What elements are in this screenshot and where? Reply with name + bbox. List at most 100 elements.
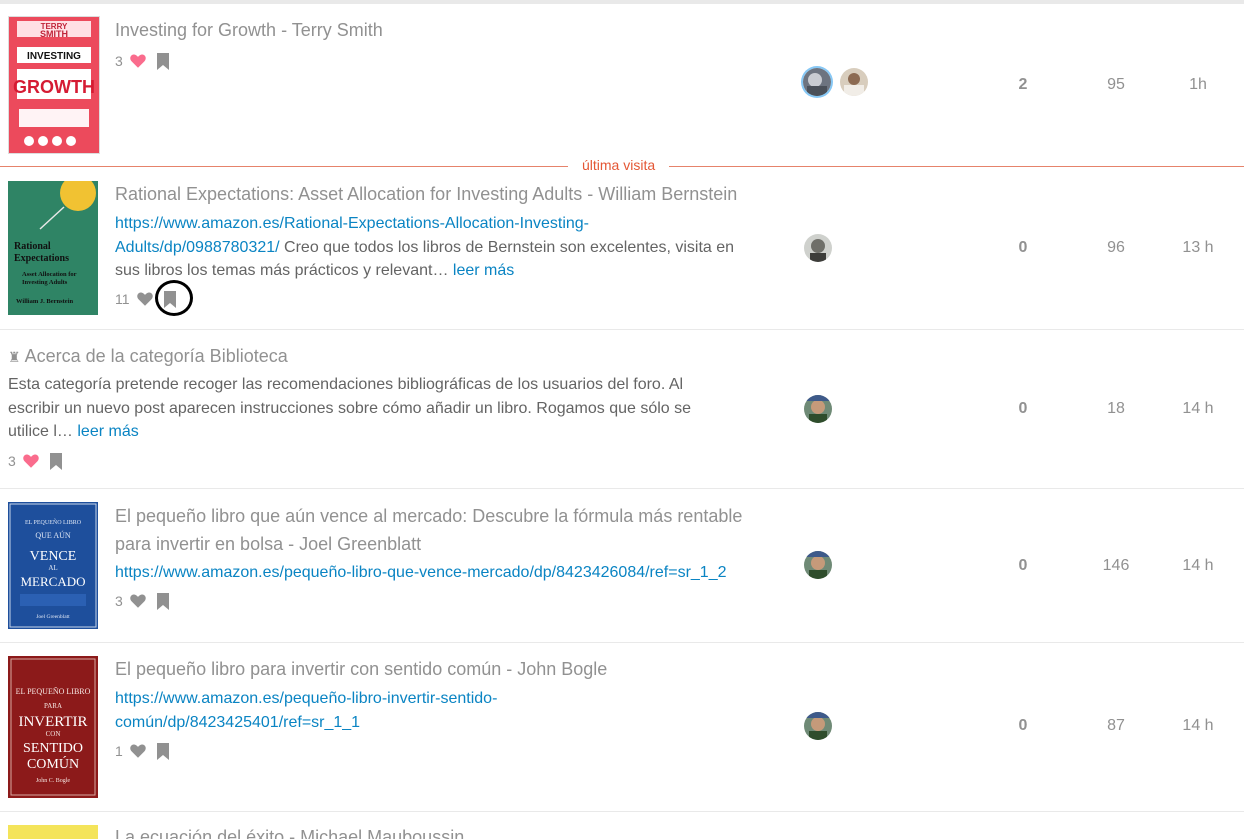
activity-time[interactable]: 1h: [1168, 76, 1228, 94]
reply-count: 2: [1018, 76, 1028, 93]
cover-text: CON: [46, 730, 61, 738]
cover-text: EL PEQUEÑO LIBRO: [25, 518, 82, 526]
cover-text: MERCADO: [20, 574, 85, 589]
cover-text: Investing Adults: [22, 279, 68, 286]
activity-time[interactable]: 14 h: [1168, 717, 1228, 735]
heart-icon[interactable]: [22, 452, 40, 470]
view-count: 95: [1107, 76, 1125, 93]
avatar[interactable]: [840, 68, 868, 96]
posters: [804, 551, 841, 579]
topic-title[interactable]: La ecuación del éxito - Michael Maubouss…: [115, 823, 464, 839]
excerpt-text: sus libros los temas más prácticos y rel…: [115, 262, 449, 279]
cover-text: VENCE: [30, 549, 77, 564]
view-count: 18: [1107, 400, 1125, 417]
amazon-link[interactable]: común/dp/8423425401/ref=sr_1_1: [115, 714, 360, 731]
reply-count: 0: [1018, 239, 1028, 256]
cover-text: Rational: [14, 241, 51, 252]
avatar[interactable]: [804, 712, 832, 740]
book-cover-thumbnail[interactable]: EL PEQUEÑO LIBRO QUE AÚN VENCE AL MERCAD…: [8, 502, 98, 629]
topic-title-line[interactable]: El pequeño libro que aún vence al mercad…: [115, 502, 805, 530]
topic-row: EL PEQUEÑO LIBRO PARA INVERTIR CON SENTI…: [0, 643, 1244, 812]
posters: [804, 712, 841, 740]
topic-title-line[interactable]: para invertir en bolsa - Joel Greenblatt: [115, 530, 805, 558]
cover-text: Joel Greenblatt: [36, 614, 70, 620]
cover-text: Asset Allocation for: [22, 271, 77, 278]
topic-actions: 1: [115, 742, 169, 760]
cover-text: AL: [48, 564, 57, 572]
topic-actions: 3: [115, 592, 169, 610]
book-cover-thumbnail[interactable]: [8, 825, 98, 839]
activity-time[interactable]: 13 h: [1168, 239, 1228, 257]
cover-art: EL PEQUEÑO LIBRO QUE AÚN VENCE AL MERCAD…: [8, 502, 98, 629]
cover-text: SMITH: [40, 29, 68, 39]
book-cover-thumbnail[interactable]: EL PEQUEÑO LIBRO PARA INVERTIR CON SENTI…: [8, 656, 98, 798]
heart-icon[interactable]: [136, 290, 154, 308]
avatar[interactable]: [804, 395, 832, 423]
cover-text: GROWTH: [13, 77, 95, 97]
topic-title[interactable]: Acerca de la categoría Biblioteca: [25, 346, 288, 366]
topic-title[interactable]: Investing for Growth - Terry Smith: [115, 16, 383, 44]
like-count: 3: [115, 53, 123, 69]
reply-count: 0: [1018, 557, 1028, 574]
avatar[interactable]: [804, 551, 832, 579]
cover-art: EL PEQUEÑO LIBRO PARA INVERTIR CON SENTI…: [8, 656, 98, 798]
like-count: 1: [115, 743, 123, 759]
amazon-link[interactable]: Adults/dp/0988780321/: [115, 239, 280, 256]
topic-actions: 3: [115, 52, 169, 70]
activity-time[interactable]: 14 h: [1168, 557, 1228, 575]
topic-row: TERRY SMITH INVESTING GROWTH Investing f…: [0, 4, 1244, 167]
highlight-circle: [155, 280, 193, 316]
topic-title[interactable]: Rational Expectations: Asset Allocation …: [115, 180, 737, 208]
cover-text: COMÚN: [27, 755, 79, 772]
heart-icon[interactable]: [129, 52, 147, 70]
topic-title-line[interactable]: ♜ Acerca de la categoría Biblioteca: [8, 342, 288, 371]
topic-excerpt: Esta categoría pretende recoger las reco…: [8, 373, 768, 444]
view-count: 96: [1107, 239, 1125, 256]
topic-row: EL PEQUEÑO LIBRO QUE AÚN VENCE AL MERCAD…: [0, 489, 1244, 643]
topic-row: ♜ Acerca de la categoría Biblioteca Esta…: [0, 330, 1244, 489]
topic-excerpt: https://www.amazon.es/Rational-Expectati…: [115, 212, 795, 283]
book-cover-thumbnail[interactable]: Rational Expectations Asset Allocation f…: [8, 181, 98, 315]
heart-icon[interactable]: [129, 742, 147, 760]
topic-title[interactable]: El pequeño libro que aún vence al mercad…: [115, 502, 805, 558]
read-more-link[interactable]: leer más: [77, 423, 138, 440]
activity-time[interactable]: 14 h: [1168, 400, 1228, 418]
cover-text: SENTIDO: [23, 741, 83, 756]
cover-text: INVESTING: [27, 51, 81, 62]
book-cover-thumbnail[interactable]: TERRY SMITH INVESTING GROWTH: [8, 16, 100, 154]
posters: [804, 395, 841, 423]
like-count: 3: [115, 593, 123, 609]
bookmark-icon[interactable]: [156, 52, 169, 70]
amazon-link[interactable]: https://www.amazon.es/pequeño-libro-inve…: [115, 690, 497, 707]
cover-text: PARA: [44, 702, 62, 710]
posters: [804, 234, 841, 262]
topic-excerpt: https://www.amazon.es/pequeño-libro-que-…: [115, 561, 727, 585]
avatar[interactable]: [804, 234, 832, 262]
pin-icon: ♜: [8, 349, 21, 365]
topic-actions: 3: [8, 452, 62, 470]
excerpt-text: utilice l…: [8, 423, 73, 440]
avatar[interactable]: [803, 68, 831, 96]
cover-text: John C. Bogle: [36, 778, 71, 784]
excerpt-text: Esta categoría pretende recoger las reco…: [8, 376, 684, 393]
like-count: 3: [8, 453, 16, 469]
like-count: 11: [115, 291, 130, 307]
cover-text: Expectations: [14, 253, 69, 264]
topic-excerpt: https://www.amazon.es/pequeño-libro-inve…: [115, 687, 497, 734]
posters: [803, 68, 877, 96]
amazon-link[interactable]: https://www.amazon.es/pequeño-libro-que-…: [115, 564, 727, 581]
view-count: 146: [1102, 557, 1130, 574]
bookmark-icon[interactable]: [49, 452, 62, 470]
bookmark-icon[interactable]: [156, 592, 169, 610]
excerpt-text: escribir un nuevo post aparecen instrucc…: [8, 399, 692, 417]
topic-title[interactable]: El pequeño libro para invertir con senti…: [115, 655, 607, 683]
reply-count: 0: [1018, 400, 1028, 417]
amazon-link[interactable]: https://www.amazon.es/Rational-Expectati…: [115, 215, 589, 232]
cover-art: TERRY SMITH INVESTING GROWTH: [9, 17, 99, 153]
bookmark-icon[interactable]: [156, 742, 169, 760]
read-more-link[interactable]: leer más: [453, 262, 514, 279]
heart-icon[interactable]: [129, 592, 147, 610]
excerpt-text: Creo que todos los libros de Bernstein s…: [279, 238, 735, 256]
reply-count: 0: [1018, 717, 1028, 734]
cover-art: Rational Expectations Asset Allocation f…: [8, 181, 98, 315]
